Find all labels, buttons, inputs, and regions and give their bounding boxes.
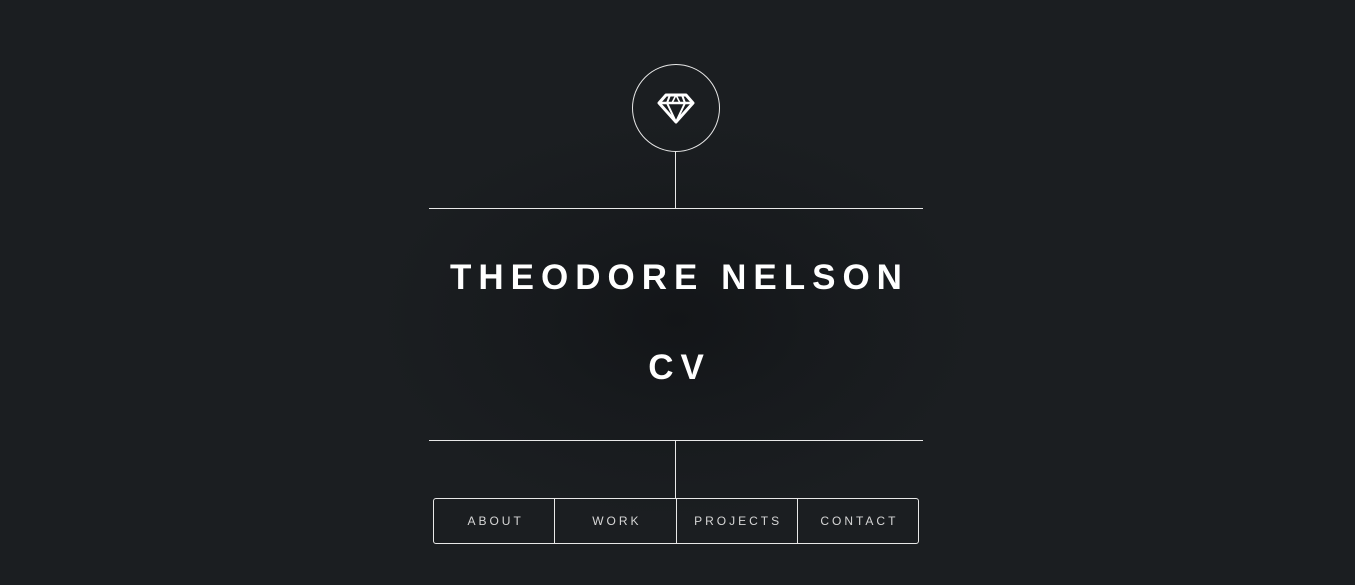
main-nav: ABOUT WORK PROJECTS CONTACT [433, 498, 919, 544]
diamond-icon [657, 91, 695, 125]
divider-bottom [429, 440, 923, 441]
page: THEODORE NELSON CV ABOUT WORK PROJECTS C… [0, 0, 1355, 585]
divider-top [429, 208, 923, 209]
connector-line-bottom [675, 441, 676, 498]
nav-about[interactable]: ABOUT [434, 499, 556, 543]
nav-projects[interactable]: PROJECTS [677, 499, 798, 543]
page-subtitle: CV [648, 348, 711, 387]
logo[interactable] [632, 64, 720, 152]
nav-work[interactable]: WORK [555, 499, 677, 543]
nav-contact[interactable]: CONTACT [798, 499, 918, 543]
page-title: THEODORE NELSON [450, 258, 909, 297]
connector-line-top [675, 151, 676, 208]
